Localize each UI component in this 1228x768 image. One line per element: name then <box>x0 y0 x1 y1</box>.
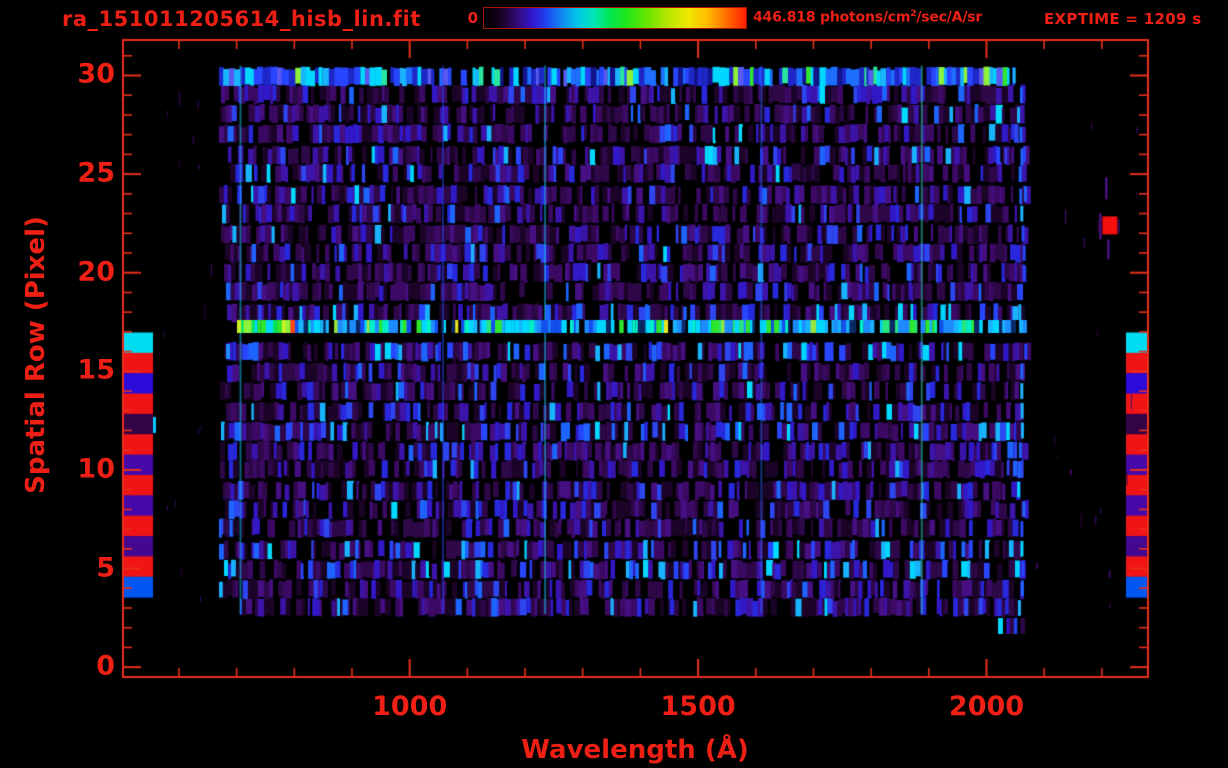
y-tick-label: 25 <box>77 157 115 189</box>
y-tick-label: 30 <box>77 58 115 90</box>
y-tick-label: 5 <box>96 551 115 583</box>
x-tick-label: 1500 <box>660 691 736 722</box>
y-tick-label: 10 <box>77 453 115 485</box>
colorbar-max-prefix: 446.818 photons/cm <box>753 9 911 26</box>
y-tick-label: 20 <box>77 255 115 287</box>
colorbar-gradient <box>483 7 747 29</box>
spectral-image-viewer: ra_151011205614_hisb_lin.fit 0 446.818 p… <box>0 0 1228 768</box>
exptime-label: EXPTIME = 1209 s <box>1044 10 1202 28</box>
plot-title: ra_151011205614_hisb_lin.fit <box>62 7 421 31</box>
y-tick-label: 15 <box>77 354 115 386</box>
colorbar-max-label: 446.818 photons/cm2/sec/A/sr <box>753 9 982 26</box>
x-tick-label: 2000 <box>948 691 1025 722</box>
spectral-image-canvas <box>0 0 1228 768</box>
colorbar-max-suffix: /sec/A/sr <box>916 9 983 26</box>
x-axis-title: Wavelength (Å) <box>521 735 749 765</box>
y-axis-title: Spatial Row (Pixel) <box>21 216 51 494</box>
y-tick-label: 0 <box>96 650 115 682</box>
x-tick-label: 1000 <box>372 691 448 722</box>
colorbar-min-label: 0 <box>467 9 478 27</box>
